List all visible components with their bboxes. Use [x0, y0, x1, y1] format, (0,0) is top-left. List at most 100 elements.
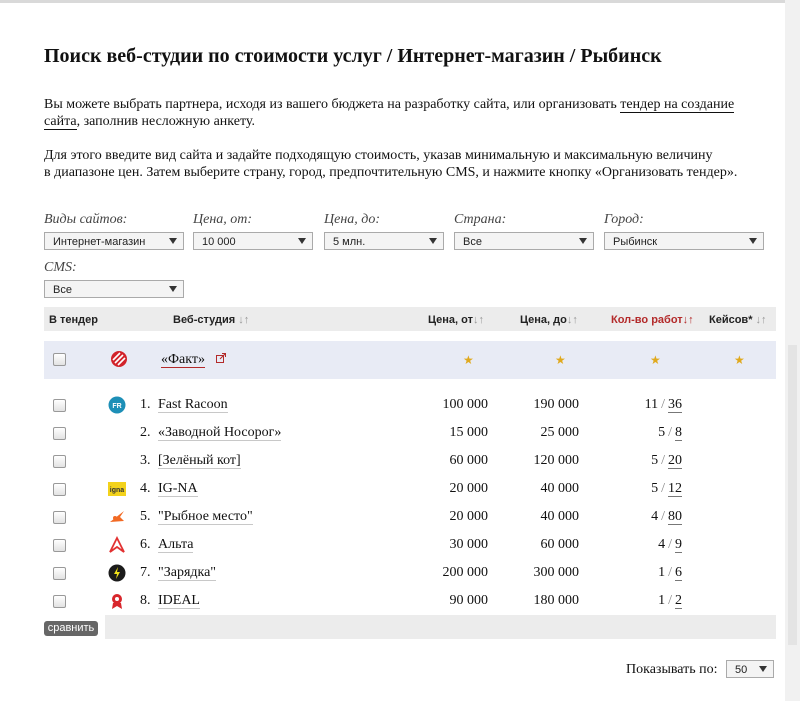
table-row: 3. [Зелёный кот] 60 000 120 000 5/20 — [44, 447, 776, 475]
featured-row: «Факт» ★ ★ ★ ★ — [44, 341, 776, 379]
row-number: 7. — [140, 565, 151, 580]
price-from-value: 20 000 — [449, 509, 489, 524]
chevron-down-icon — [298, 238, 306, 244]
works-count: 1/6 — [658, 565, 682, 581]
price-to-value: 25 000 — [540, 425, 580, 440]
works-value: 5 — [651, 481, 659, 496]
svg-text:igna: igna — [110, 487, 124, 494]
column-header-works[interactable]: Кол-во работ↓↑ — [611, 314, 694, 326]
page-size-control: Показывать по: — [626, 662, 718, 678]
column-header-price-to-label: Цена, до — [520, 314, 567, 326]
works-separator: / — [668, 593, 672, 608]
studio-link[interactable]: IDEAL — [158, 593, 200, 609]
column-header-studio-label: Веб-студия — [173, 314, 236, 326]
studio-link[interactable]: IG-NA — [158, 481, 198, 497]
tender-checkbox[interactable] — [53, 567, 66, 580]
column-header-works-label: Кол-во работ — [611, 314, 683, 326]
cases-link[interactable]: 8 — [675, 425, 682, 441]
external-link-icon[interactable] — [216, 353, 226, 363]
table-footer — [105, 615, 776, 639]
cases-link[interactable]: 6 — [675, 565, 682, 581]
star-icon: ★ — [555, 353, 566, 367]
tender-checkbox[interactable] — [53, 399, 66, 412]
tender-checkbox[interactable] — [53, 539, 66, 552]
price-from-value: 90 000 — [449, 593, 489, 608]
scrollbar-thumb[interactable] — [788, 345, 797, 645]
city-select[interactable]: Рыбинск — [604, 232, 764, 250]
table-header: В тендер Веб-студия ↓↑ Цена, от↓↑ Цена, … — [44, 307, 776, 331]
column-header-cases[interactable]: Кейсов* ↓↑ — [709, 314, 767, 326]
works-count: 4/80 — [651, 509, 682, 525]
row-number: 8. — [140, 593, 151, 608]
intro-paragraph: Вы можете выбрать партнера, исходя из ва… — [44, 96, 779, 130]
price-from-select[interactable]: 10 000 — [193, 232, 313, 250]
studio-link[interactable]: [Зелёный кот] — [158, 453, 241, 469]
tender-checkbox[interactable] — [53, 427, 66, 440]
works-value: 1 — [658, 565, 666, 580]
featured-tender-checkbox[interactable] — [53, 353, 66, 366]
featured-studio-link[interactable]: «Факт» — [161, 352, 206, 368]
cases-link[interactable]: 36 — [668, 397, 682, 413]
price-from-value: 30 000 — [449, 537, 489, 552]
table-row: FR 1. Fast Racoon 100 000 190 000 11/36 — [44, 391, 776, 419]
column-header-price-from[interactable]: Цена, от↓↑ — [428, 314, 484, 326]
chevron-down-icon — [429, 238, 437, 244]
alta-logo-icon — [108, 535, 126, 554]
works-count: 5/12 — [651, 481, 682, 497]
site-type-select[interactable]: Интернет-магазин — [44, 232, 184, 250]
table-row: 7. "Зарядка" 200 000 300 000 1/6 — [44, 559, 776, 587]
zaryadka-logo-icon — [108, 564, 126, 582]
sort-icon[interactable]: ↓↑ — [238, 314, 249, 326]
page-size-label: Показывать по: — [626, 662, 718, 677]
price-to-select[interactable]: 5 млн. — [324, 232, 444, 250]
studio-link[interactable]: "Зарядка" — [158, 565, 217, 581]
country-select[interactable]: Все — [454, 232, 594, 250]
works-value: 5 — [651, 453, 659, 468]
site-type-label: Виды сайтов: — [44, 212, 128, 227]
page-size-select[interactable]: 50 — [726, 660, 774, 678]
sort-icon[interactable]: ↓↑ — [473, 314, 484, 326]
page-size-value: 50 — [735, 664, 748, 676]
tender-checkbox[interactable] — [53, 595, 66, 608]
sort-icon[interactable]: ↓↑ — [683, 314, 694, 326]
price-to-value: 190 000 — [533, 397, 580, 412]
cms-label: CMS: — [44, 260, 77, 275]
studio-link[interactable]: Fast Racoon — [158, 397, 228, 413]
cases-link[interactable]: 12 — [668, 481, 682, 497]
cases-link[interactable]: 2 — [675, 593, 682, 609]
tender-checkbox[interactable] — [53, 511, 66, 524]
city-label: Город: — [604, 212, 644, 227]
price-to-value: 5 млн. — [333, 236, 366, 248]
works-separator: / — [668, 425, 672, 440]
studio-link[interactable]: Альта — [158, 537, 194, 553]
column-header-studio[interactable]: Веб-студия ↓↑ — [173, 314, 249, 326]
sort-icon[interactable]: ↓↑ — [567, 314, 578, 326]
cms-select[interactable]: Все — [44, 280, 184, 298]
sort-icon[interactable]: ↓↑ — [756, 314, 767, 326]
studio-link[interactable]: «Заводной Носорог» — [158, 425, 282, 441]
works-separator: / — [661, 509, 665, 524]
works-value: 1 — [658, 593, 666, 608]
tender-checkbox[interactable] — [53, 455, 66, 468]
price-from-value: 200 000 — [442, 565, 489, 580]
rybnoe-mesto-logo-icon — [108, 508, 126, 526]
scrollbar[interactable] — [785, 0, 800, 701]
table-row: 6. Альта 30 000 60 000 4/9 — [44, 531, 776, 559]
column-header-price-to[interactable]: Цена, до↓↑ — [520, 314, 578, 326]
svg-text:FR: FR — [112, 403, 121, 410]
cases-link[interactable]: 20 — [668, 453, 682, 469]
works-count: 4/9 — [658, 537, 682, 553]
works-count: 5/20 — [651, 453, 682, 469]
studio-link[interactable]: "Рыбное место" — [158, 509, 253, 525]
tender-link-continued[interactable]: сайта — [44, 114, 77, 130]
compare-button[interactable]: сравнить — [44, 621, 98, 636]
cases-link[interactable]: 9 — [675, 537, 682, 553]
row-number: 6. — [140, 537, 151, 552]
tender-checkbox[interactable] — [53, 483, 66, 496]
table-row: 8. IDEAL 90 000 180 000 1/2 — [44, 587, 776, 615]
country-label: Страна: — [454, 212, 507, 227]
instructions-line-1: Для этого введите вид сайта и задайте по… — [44, 148, 713, 163]
price-to-value: 40 000 — [540, 481, 580, 496]
cases-link[interactable]: 80 — [668, 509, 682, 525]
tender-link[interactable]: тендер на создание — [620, 97, 735, 113]
